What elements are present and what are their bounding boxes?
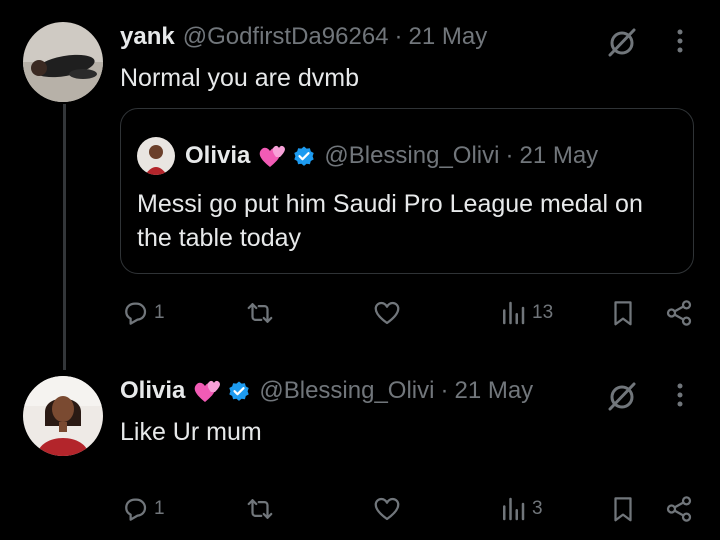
tweet-text: Like Ur mum — [120, 418, 262, 446]
author-name[interactable]: Olivia — [120, 376, 185, 406]
tweet-header: Olivia @Blessing_Olivi · 21 May — [120, 376, 533, 406]
like-button[interactable] — [372, 494, 406, 524]
view-count: 13 — [532, 302, 554, 323]
share-icon — [666, 300, 692, 326]
share-button[interactable] — [664, 298, 694, 328]
share-button[interactable] — [664, 494, 694, 524]
separator-dot: · — [394, 23, 403, 50]
quoted-avatar — [137, 137, 175, 175]
bookmark-icon — [614, 497, 632, 522]
retweet-icon — [247, 499, 273, 519]
views-button[interactable]: 3 — [498, 494, 543, 524]
more-options-icon[interactable] — [670, 380, 690, 410]
reply-count: 1 — [154, 498, 165, 519]
analytics-icon — [503, 301, 525, 325]
heart-ribbon-emoji-icon — [256, 143, 286, 169]
author-handle[interactable]: @GodfirstDa96264 — [183, 22, 389, 52]
heart-ribbon-emoji-icon — [191, 378, 221, 404]
timestamp[interactable]: 21 May — [454, 376, 533, 406]
timestamp[interactable]: 21 May — [409, 22, 488, 52]
author-name[interactable]: yank — [120, 22, 175, 52]
action-bar: 1 13 — [120, 298, 700, 330]
retweet-button[interactable] — [244, 494, 280, 524]
retweet-icon — [247, 303, 273, 323]
thread-connector-line — [63, 104, 66, 370]
grok-icon[interactable] — [604, 24, 640, 60]
like-button[interactable] — [372, 298, 406, 328]
quoted-author-name: Olivia — [185, 142, 251, 169]
more-options-icon[interactable] — [670, 26, 690, 56]
grok-icon[interactable] — [604, 378, 640, 414]
heart-icon — [374, 301, 400, 325]
reply-icon — [125, 498, 147, 521]
quoted-tweet-text: Messi go put him Saudi Pro League medal … — [137, 190, 643, 252]
view-count: 3 — [532, 498, 543, 519]
bookmark-button[interactable] — [608, 298, 638, 328]
tweet-header: yank @GodfirstDa96264 · 21 May — [120, 22, 487, 52]
avatar[interactable] — [23, 22, 103, 102]
reply-count: 1 — [154, 302, 165, 323]
heart-icon — [374, 497, 400, 521]
retweet-button[interactable] — [244, 298, 280, 328]
reply-button[interactable]: 1 — [120, 298, 165, 328]
quoted-author-handle: @Blessing_Olivi — [324, 142, 500, 169]
separator-dot: · — [505, 142, 514, 169]
separator-dot: · — [440, 377, 449, 404]
verified-badge-icon — [227, 379, 251, 403]
reply-button[interactable]: 1 — [120, 494, 165, 524]
share-icon — [666, 496, 692, 522]
author-handle[interactable]: @Blessing_Olivi — [259, 376, 434, 406]
bookmark-icon — [614, 301, 632, 326]
quoted-tweet[interactable]: Olivia @Blessing_Olivi · 21 May Messi go… — [120, 108, 694, 274]
tweet-text: Normal you are dvmb — [120, 64, 359, 92]
quoted-tweet-header: Olivia @Blessing_Olivi · 21 May — [137, 137, 598, 175]
views-button[interactable]: 13 — [498, 298, 553, 328]
verified-badge-icon — [292, 144, 316, 168]
avatar[interactable] — [23, 376, 103, 456]
reply-icon — [125, 302, 147, 325]
analytics-icon — [503, 497, 525, 521]
action-bar: 1 3 — [120, 494, 700, 526]
bookmark-button[interactable] — [608, 494, 638, 524]
quoted-timestamp: 21 May — [519, 142, 599, 169]
